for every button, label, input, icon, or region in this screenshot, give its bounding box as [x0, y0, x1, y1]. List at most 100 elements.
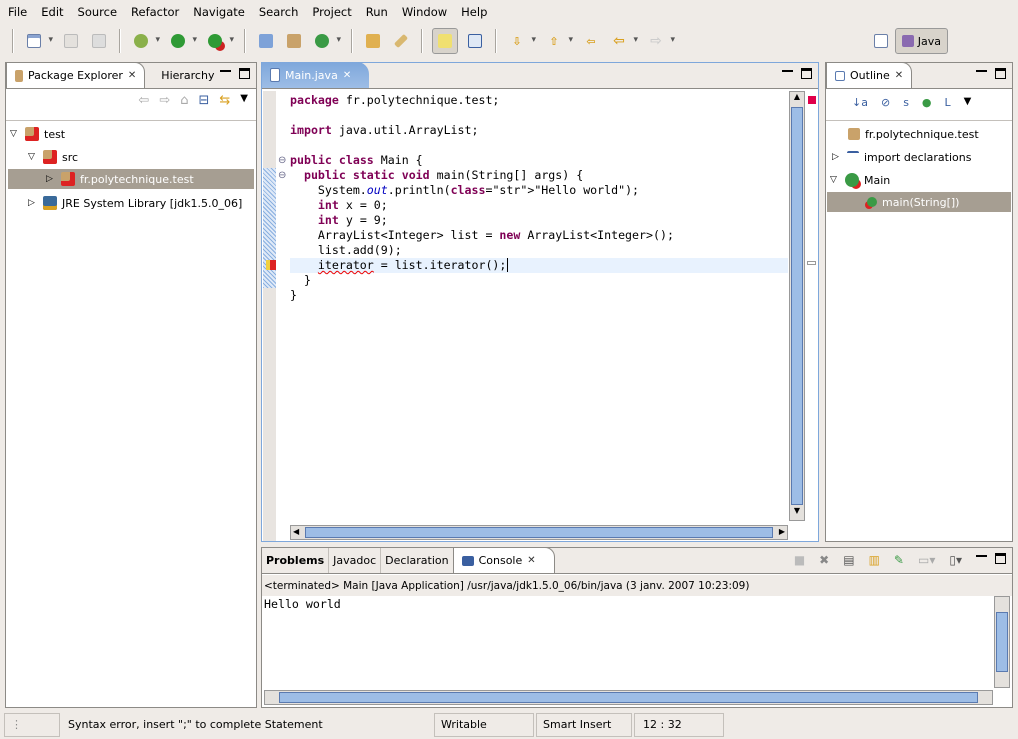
minimize-button[interactable]: [976, 70, 987, 72]
menu-refactor[interactable]: Refactor: [127, 5, 183, 19]
tab-main-java[interactable]: Main.java ✕: [262, 62, 370, 88]
hide-local-types-icon[interactable]: L: [945, 96, 951, 109]
last-edit-location-button[interactable]: ⇦: [580, 30, 602, 52]
close-icon[interactable]: ✕: [343, 70, 351, 81]
menu-navigate[interactable]: Navigate: [189, 5, 249, 19]
clear-console-icon[interactable]: ▤: [843, 553, 854, 567]
sort-icon[interactable]: ↓a: [852, 96, 868, 109]
new-java-project-button[interactable]: [255, 30, 277, 52]
forward-icon[interactable]: ⇨: [159, 93, 170, 108]
code-line[interactable]: list.add(9);: [290, 243, 674, 258]
code-line[interactable]: [290, 108, 674, 123]
maximize-button[interactable]: [995, 68, 1006, 79]
search-button[interactable]: [390, 30, 412, 52]
pin-console-icon[interactable]: ✎: [894, 553, 904, 567]
outline-item-package[interactable]: fr.polytechnique.test: [848, 124, 979, 144]
collapsed-icon[interactable]: ▷: [832, 152, 842, 162]
code-line[interactable]: ArrayList<Integer> list = new ArrayList<…: [290, 228, 674, 243]
scroll-up-arrow[interactable]: ▲: [790, 92, 804, 106]
collapsed-icon[interactable]: ▷: [46, 174, 56, 184]
tree-item-package[interactable]: ▷ fr.polytechnique.test: [8, 169, 254, 189]
editor-horizontal-scrollbar[interactable]: ◀ ▶: [290, 525, 788, 540]
code-line[interactable]: int x = 0;: [290, 198, 674, 213]
previous-annotation-button[interactable]: ⇧: [543, 30, 573, 52]
hide-static-icon[interactable]: s: [903, 96, 909, 109]
next-annotation-button[interactable]: ⇩: [506, 30, 536, 52]
close-icon[interactable]: ✕: [128, 70, 136, 81]
expanded-icon[interactable]: ▽: [28, 152, 38, 162]
menu-project[interactable]: Project: [308, 5, 355, 19]
open-type-button[interactable]: [362, 30, 384, 52]
scroll-lock-icon[interactable]: ▥: [869, 553, 880, 567]
code-line[interactable]: [290, 138, 674, 153]
tab-outline[interactable]: Outline ✕: [826, 62, 913, 88]
expanded-icon[interactable]: ▽: [10, 129, 20, 139]
maximize-button[interactable]: [995, 553, 1006, 564]
java-perspective-button[interactable]: Java: [894, 28, 948, 54]
menu-help[interactable]: Help: [457, 5, 491, 19]
menu-run[interactable]: Run: [362, 5, 392, 19]
terminate-icon[interactable]: ■: [794, 553, 805, 567]
forward-button[interactable]: ⇨: [645, 30, 675, 52]
code-line[interactable]: }: [290, 288, 674, 303]
hide-fields-icon[interactable]: ⊘: [881, 96, 890, 109]
open-perspective-button[interactable]: [870, 30, 892, 52]
scroll-thumb[interactable]: [305, 527, 773, 538]
scroll-right-arrow[interactable]: ▶: [779, 527, 785, 536]
hide-nonpublic-icon[interactable]: ●: [922, 96, 932, 109]
close-icon[interactable]: ✕: [527, 555, 535, 566]
block-selection-button[interactable]: [464, 30, 486, 52]
open-console-icon[interactable]: ▯▾: [949, 553, 962, 567]
print-button[interactable]: [88, 30, 110, 52]
fast-view-bar[interactable]: ⋮: [4, 712, 60, 737]
console-output[interactable]: Hello world: [264, 597, 341, 611]
save-button[interactable]: [60, 30, 82, 52]
scroll-left-arrow[interactable]: ◀: [293, 527, 299, 536]
tab-declaration[interactable]: Declaration: [381, 548, 452, 573]
link-with-editor-icon[interactable]: ⇆: [219, 93, 230, 108]
fold-icon[interactable]: ⊖: [278, 155, 286, 166]
collapsed-icon[interactable]: ▷: [28, 198, 38, 208]
tree-item-src[interactable]: ▽ src: [28, 147, 78, 167]
tree-item-jre[interactable]: ▷ JRE System Library [jdk1.5.0_06]: [28, 193, 242, 213]
outline-item-imports[interactable]: ▷ import declarations: [832, 147, 971, 167]
external-tools-button[interactable]: [204, 30, 234, 52]
mark-occurrences-button[interactable]: [432, 28, 458, 54]
fold-icon[interactable]: ⊖: [278, 170, 286, 181]
tab-javadoc[interactable]: Javadoc: [329, 548, 382, 573]
scroll-down-arrow[interactable]: ▼: [790, 506, 804, 520]
minimize-button[interactable]: [976, 555, 987, 557]
error-quickfix-icon[interactable]: [266, 260, 276, 270]
maximize-button[interactable]: [801, 68, 812, 79]
menu-search[interactable]: Search: [255, 5, 303, 19]
menu-source[interactable]: Source: [74, 5, 122, 19]
debug-button[interactable]: [130, 30, 160, 52]
code-line[interactable]: public class Main {: [290, 153, 674, 168]
remove-launches-icon[interactable]: ✖: [819, 553, 829, 567]
view-menu-icon[interactable]: ▼: [964, 96, 972, 109]
expanded-icon[interactable]: ▽: [830, 175, 840, 185]
minimize-button[interactable]: [782, 70, 793, 72]
maximize-button[interactable]: [239, 68, 250, 79]
minimize-button[interactable]: [220, 70, 231, 72]
view-menu-icon[interactable]: ▼: [240, 93, 248, 108]
back-icon[interactable]: ⇦: [138, 93, 149, 108]
outline-item-main-method[interactable]: main(String[]): [827, 192, 1011, 212]
tab-package-explorer[interactable]: Package Explorer ✕: [6, 62, 146, 88]
menu-edit[interactable]: Edit: [37, 5, 67, 19]
code-line[interactable]: public static void main(String[] args) {: [290, 168, 674, 183]
code-line[interactable]: import java.util.ArrayList;: [290, 123, 674, 138]
close-icon[interactable]: ✕: [895, 70, 903, 81]
tree-item-test[interactable]: ▽ test: [10, 124, 65, 144]
display-console-icon[interactable]: ▭▾: [918, 553, 935, 567]
console-vertical-scrollbar[interactable]: [994, 596, 1010, 688]
code-line[interactable]: }: [290, 273, 674, 288]
code-line[interactable]: int y = 9;: [290, 213, 674, 228]
new-package-button[interactable]: [283, 30, 305, 52]
tab-console[interactable]: Console ✕: [452, 547, 555, 573]
outline-item-main-class[interactable]: ▽ Main: [830, 170, 890, 190]
code-line[interactable]: package fr.polytechnique.test;: [290, 93, 674, 108]
collapse-all-icon[interactable]: ⊟: [198, 93, 209, 108]
overview-ruler-error[interactable]: [808, 96, 816, 104]
tab-hierarchy[interactable]: Hierarchy: [153, 63, 222, 88]
